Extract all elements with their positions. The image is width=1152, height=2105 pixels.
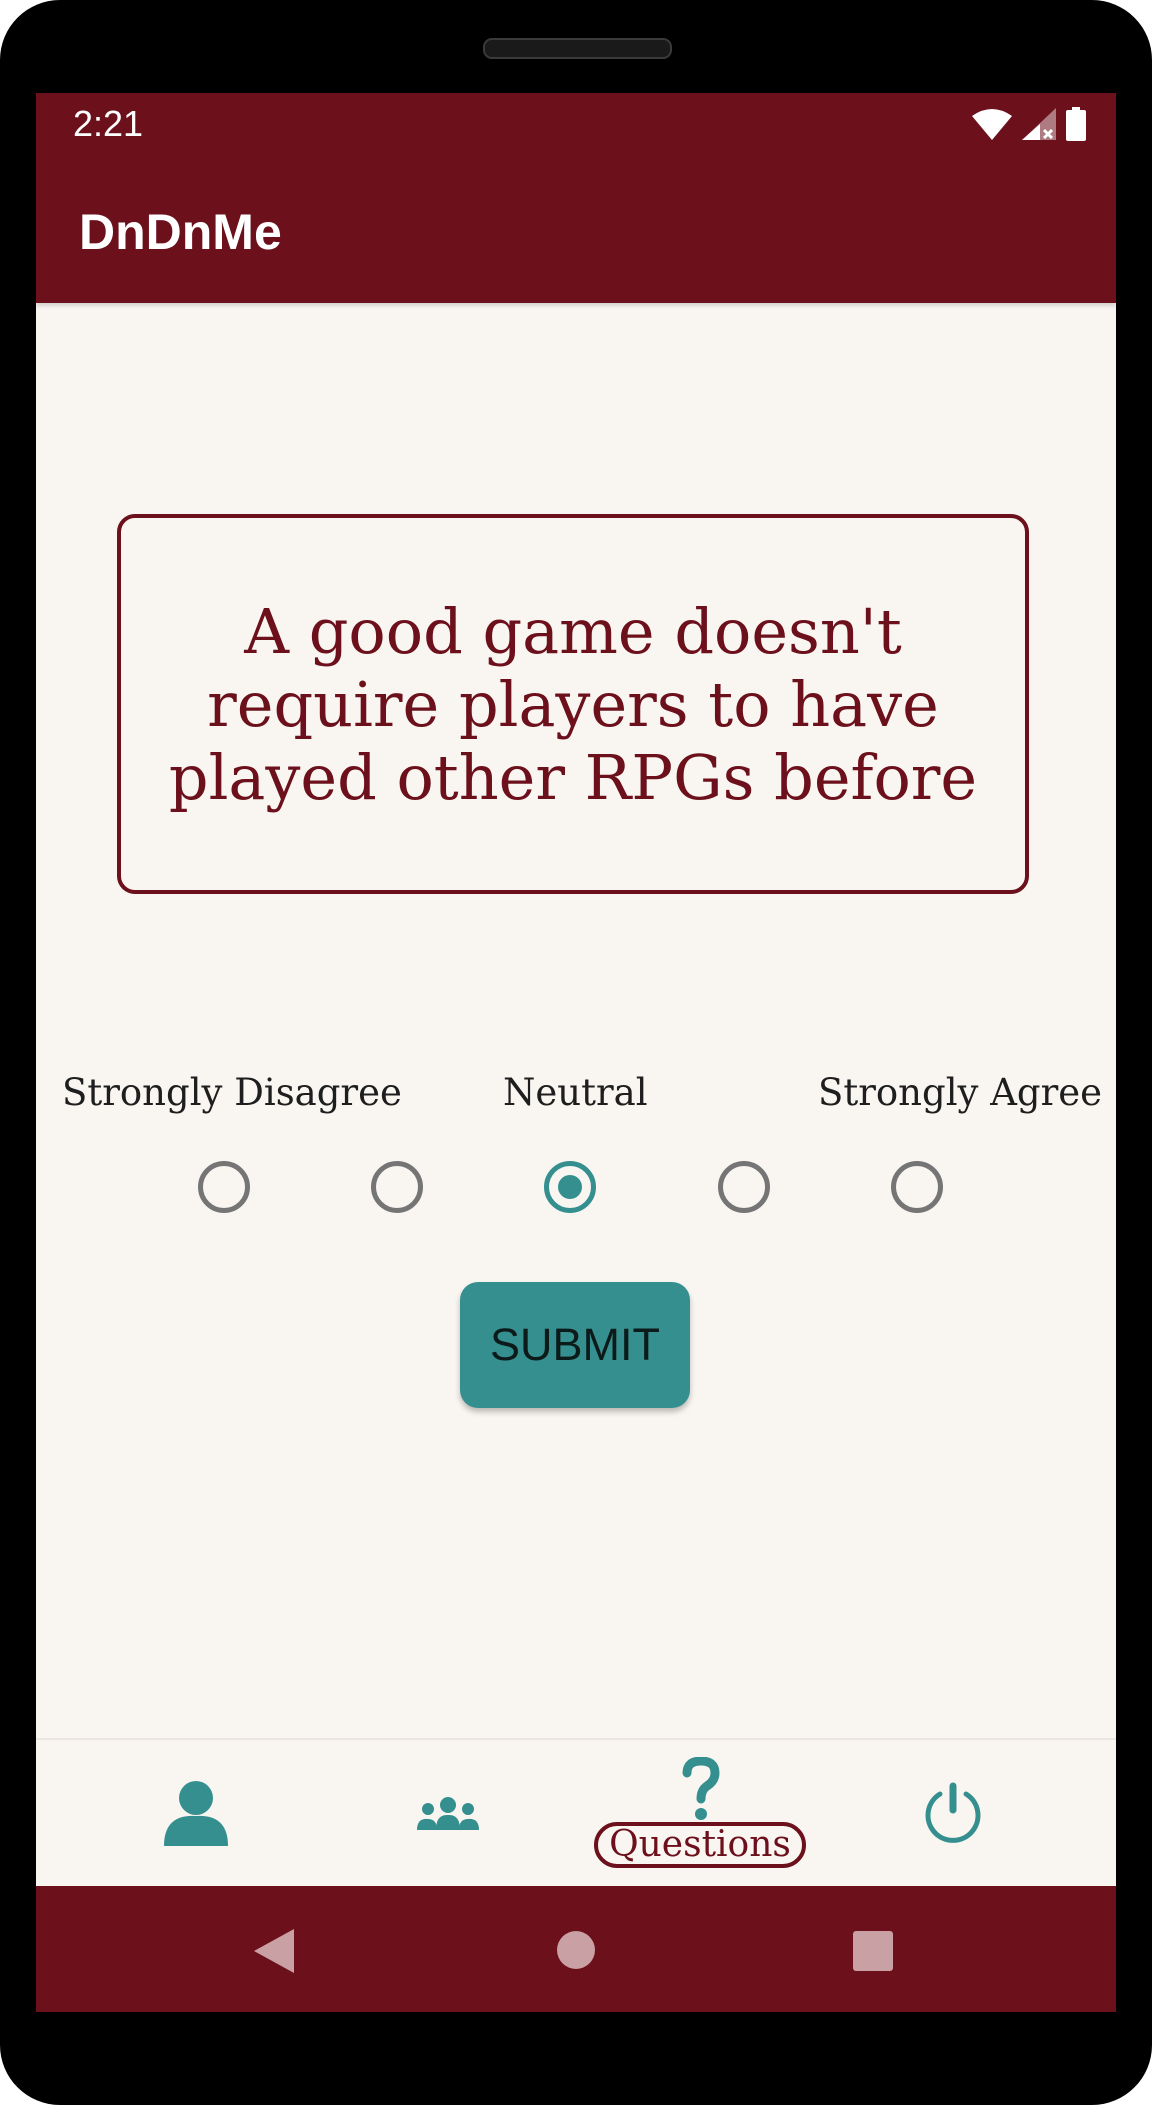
back-icon[interactable] [254, 1929, 294, 1973]
status-bar: 2:21 [36, 93, 1116, 163]
power-icon[interactable] [920, 1780, 986, 1846]
radio-option-5[interactable] [891, 1161, 943, 1213]
status-icons [972, 107, 1086, 141]
app-bar: DnDnMe [36, 163, 1116, 303]
app-title: DnDnMe [79, 204, 282, 260]
question-icon[interactable] [681, 1757, 721, 1821]
system-nav-bar [36, 1886, 1116, 2012]
speaker-grille [483, 38, 672, 59]
radio-option-2[interactable] [371, 1161, 423, 1213]
status-time: 2:21 [73, 103, 144, 144]
home-icon[interactable] [556, 1930, 596, 1970]
battery-icon [1066, 107, 1086, 141]
wifi-icon [972, 109, 1012, 140]
radio-option-1[interactable] [198, 1161, 250, 1213]
screen: 2:21 DnDnMe A good game doesn't require … [36, 93, 1116, 2012]
question-card: A good game doesn't require players to h… [117, 514, 1029, 894]
radio-option-3[interactable] [544, 1161, 596, 1213]
nav-label-questions[interactable]: Questions [594, 1822, 806, 1868]
scale-label-strongly-disagree: Strongly Disagree [62, 1071, 402, 1114]
question-text: A good game doesn't require players to h… [168, 594, 978, 814]
radio-option-4[interactable] [718, 1161, 770, 1213]
group-icon[interactable] [416, 1796, 480, 1832]
recents-icon[interactable] [853, 1931, 893, 1971]
person-icon[interactable] [162, 1780, 230, 1848]
signal-icon [1022, 108, 1056, 140]
scale-label-neutral: Neutral [503, 1071, 648, 1114]
phone-frame: 2:21 DnDnMe A good game doesn't require … [0, 0, 1152, 2105]
scale-label-strongly-agree: Strongly Agree [818, 1071, 1103, 1114]
submit-button[interactable]: SUBMIT [460, 1282, 690, 1408]
